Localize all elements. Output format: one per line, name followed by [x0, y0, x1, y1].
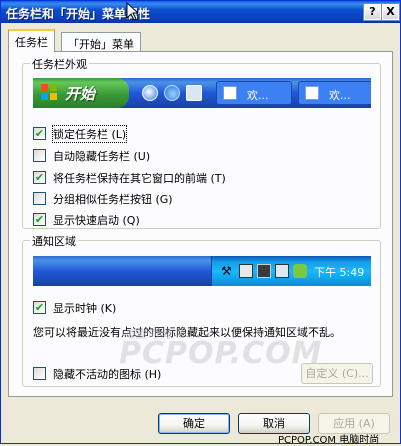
close-button[interactable]: X — [381, 3, 400, 21]
lock-taskbar-label: 锁定任务栏 (L) — [51, 125, 128, 143]
mouse-cursor-icon — [126, 2, 138, 21]
start-button-preview: 开始 — [33, 78, 129, 108]
internet-explorer-icon — [164, 85, 180, 101]
taskbar-appearance-label: 任务栏外观 — [30, 56, 89, 72]
tab-taskbar[interactable]: 任务栏 — [8, 29, 55, 52]
properties-window: 任务栏和「开始」菜单属性 ? X 任务栏 「开始」菜单 任务栏外观 开始 欢..… — [0, 0, 401, 446]
tab-start-menu[interactable]: 「开始」菜单 — [61, 32, 141, 52]
auto-hide-label: 自动隐藏任务栏 (U) — [53, 150, 151, 163]
keep-on-top-checkbox[interactable]: ✔ — [33, 171, 46, 184]
monitor-icon — [257, 264, 271, 278]
system-tray: ⚒ 下午 5:49 — [211, 256, 371, 286]
group-buttons-checkbox[interactable] — [33, 192, 46, 205]
task-button-1: 欢... — [216, 81, 292, 105]
app-tray-icon — [293, 264, 307, 278]
notification-preview: ⚒ 下午 5:49 — [33, 256, 371, 286]
show-clock-label: 显示时钟 (K) — [53, 302, 117, 315]
show-clock-checkbox[interactable]: ✔ — [33, 301, 46, 314]
lock-taskbar-checkbox[interactable]: ✔ — [33, 127, 46, 140]
notification-area-label: 通知区域 — [30, 233, 78, 249]
keep-on-top-label: 将任务栏保持在其它窗口的前端 (T) — [53, 172, 226, 185]
quick-launch-checkbox[interactable]: ✔ — [33, 213, 46, 226]
taskbar-appearance-group: 任务栏外观 开始 欢... 欢... ✔ 锁定任务栏 (L) 自动隐藏任务栏 (… — [22, 56, 381, 229]
task-button-1-label: 欢... — [247, 89, 269, 102]
tools-icon: ⚒ — [221, 264, 232, 278]
quick-launch-label: 显示快速启动 (Q) — [53, 214, 140, 227]
auto-hide-checkbox[interactable] — [33, 149, 46, 162]
windows-logo-icon — [41, 84, 57, 100]
task-button-2-label: 欢... — [329, 89, 351, 102]
ok-button[interactable]: 确定 — [158, 413, 230, 434]
window-icon — [305, 86, 319, 100]
task-button-2: 欢... — [298, 81, 371, 105]
taskbar-preview: 开始 欢... 欢... — [33, 78, 371, 108]
hide-inactive-checkbox[interactable] — [33, 367, 46, 380]
show-desktop-icon — [186, 85, 202, 101]
title-bar[interactable]: 任务栏和「开始」菜单属性 ? X — [1, 1, 400, 23]
start-label: 开始 — [65, 85, 96, 103]
media-player-icon — [142, 85, 158, 101]
help-button[interactable]: ? — [363, 3, 382, 21]
watermark-large: PCPOP.COM — [119, 336, 323, 371]
devices-icon — [275, 264, 289, 278]
tray-clock: 下午 5:49 — [314, 266, 365, 279]
window-icon — [223, 86, 237, 100]
network-icon — [239, 264, 253, 278]
group-buttons-label: 分组相似任务栏按钮 (G) — [53, 193, 173, 206]
